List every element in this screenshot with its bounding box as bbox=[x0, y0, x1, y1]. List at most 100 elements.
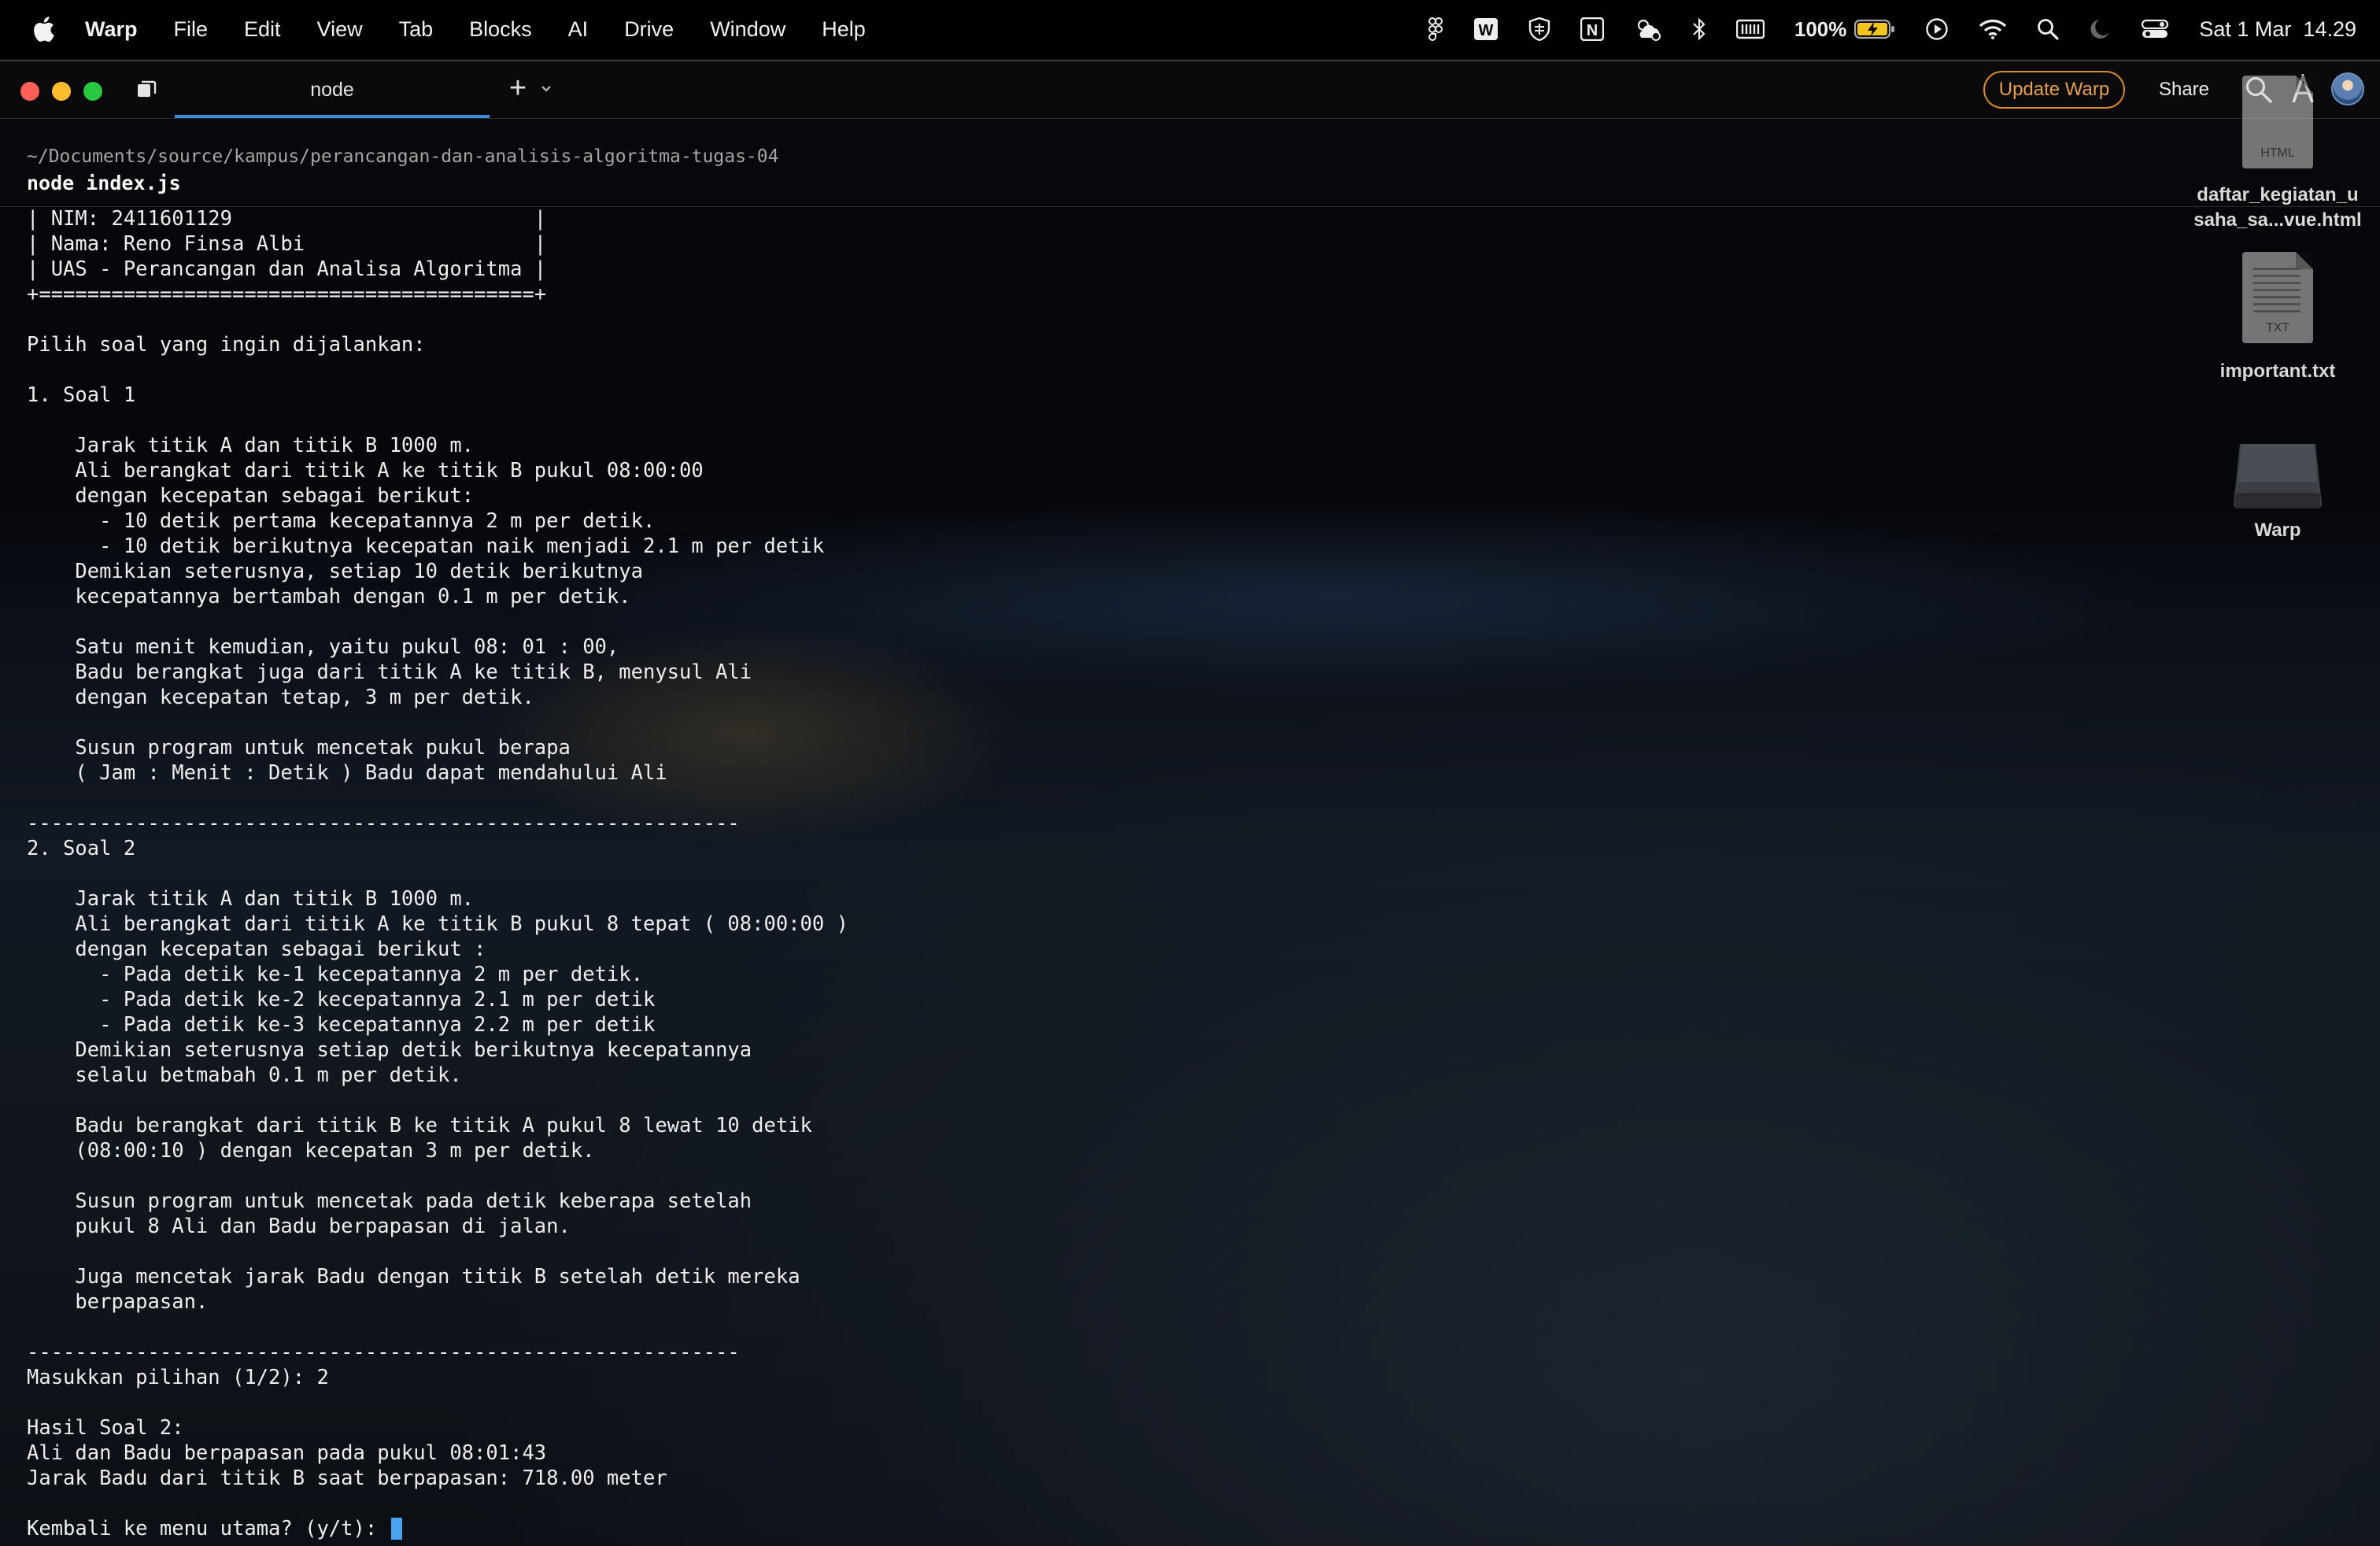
output-line: Demikian seterusnya setiap detik berikut… bbox=[27, 1038, 752, 1062]
update-warp-button[interactable]: Update Warp bbox=[1983, 71, 2125, 109]
output-line: - Pada detik ke-2 kecepatannya 2.1 m per… bbox=[27, 988, 656, 1012]
output-line: selalu betmabah 0.1 m per detik. bbox=[27, 1063, 462, 1087]
output-line: Susun program untuk mencetak pukul berap… bbox=[27, 736, 571, 760]
menu-tab[interactable]: Tab bbox=[399, 17, 434, 42]
menu-window[interactable]: Window bbox=[710, 17, 785, 42]
memory-icon[interactable] bbox=[1735, 18, 1765, 40]
minimize-window-button[interactable] bbox=[52, 82, 71, 101]
desktop-file-txt[interactable]: TXT important.txt bbox=[2183, 252, 2372, 384]
chevron-down-icon[interactable] bbox=[538, 80, 554, 96]
menu-blocks[interactable]: Blocks bbox=[469, 17, 532, 42]
output-line: dengan kecepatan tetap, 3 m per detik. bbox=[27, 686, 534, 709]
output-line: dengan kecepatan sebagai berikut: bbox=[27, 484, 475, 508]
output-line: - 10 detik pertama kecepatannya 2 m per … bbox=[27, 509, 656, 533]
output-line: dengan kecepatan sebagai berikut : bbox=[27, 938, 486, 961]
file-label: daftar_kegiatan_u saha_sa...vue.html bbox=[2193, 184, 2362, 231]
output-line: Jarak titik A dan titik B 1000 m. bbox=[27, 434, 475, 457]
figma-icon[interactable] bbox=[1428, 17, 1443, 41]
output-line: +=======================================… bbox=[27, 283, 547, 306]
file-label: important.txt bbox=[2219, 361, 2336, 382]
menu-app-warp[interactable]: Warp bbox=[85, 17, 138, 42]
menu-bar: Warp File Edit View Tab Blocks AI Drive … bbox=[0, 0, 2380, 58]
output-line: Jarak Badu dari titik B saat berpapasan:… bbox=[27, 1466, 667, 1490]
writer-icon[interactable]: W bbox=[1473, 17, 1499, 41]
wifi-icon[interactable] bbox=[1979, 18, 2007, 40]
notion-icon[interactable]: N bbox=[1580, 17, 1604, 41]
output-line: Masukkan pilihan (1/2): 2 bbox=[27, 1366, 329, 1389]
apple-icon[interactable] bbox=[31, 16, 55, 43]
output-line: | NIM: 2411601129 | bbox=[27, 207, 547, 231]
output-line: 1. Soal 1 bbox=[27, 383, 136, 407]
output-line: Pilih soal yang ingin dijalankan: bbox=[27, 333, 426, 357]
output-line: Susun program untuk mencetak pada detik … bbox=[27, 1189, 752, 1213]
output-line: ( Jam : Menit : Detik ) Badu dapat menda… bbox=[27, 761, 667, 785]
command-block-header[interactable]: ~/Documents/source/kampus/perancangan-da… bbox=[0, 120, 2380, 207]
output-line: (08:00:10 ) dengan kecepatan 3 m per det… bbox=[27, 1139, 595, 1163]
output-line: pukul 8 Ali dan Badu berpapasan di jalan… bbox=[27, 1215, 571, 1238]
command-output: | NIM: 2411601129 | | Nama: Reno Finsa Al… bbox=[27, 206, 2152, 1544]
output-line: - 10 detik berikutnya kecepatan naik men… bbox=[27, 534, 825, 558]
menu-help[interactable]: Help bbox=[822, 17, 866, 42]
output-line: Badu berangkat juga dari titik A ke titi… bbox=[27, 660, 752, 684]
play-icon[interactable] bbox=[1925, 17, 1949, 41]
status-area: W N 100% Sat 1 Mar 14.29 bbox=[1428, 0, 2380, 58]
output-line: ----------------------------------------… bbox=[27, 1341, 740, 1364]
output-line: ----------------------------------------… bbox=[27, 812, 740, 835]
output-line: Demikian seterusnya, setiap 10 detik ber… bbox=[27, 560, 643, 583]
close-window-button[interactable] bbox=[20, 82, 39, 101]
prompt-text: Kembali ke menu utama? (y/t): bbox=[27, 1517, 390, 1540]
tab-title: node bbox=[310, 78, 354, 101]
menu-file[interactable]: File bbox=[174, 17, 209, 42]
active-tab-indicator bbox=[175, 115, 490, 118]
txt-file-icon: TXT bbox=[2242, 252, 2313, 343]
output-line: Ali dan Badu berpapasan pada pukul 08:01… bbox=[27, 1441, 547, 1465]
spotlight-search-icon[interactable] bbox=[2037, 18, 2059, 40]
svg-text:W: W bbox=[1478, 22, 1493, 39]
output-line: kecepatannya bertambah dengan 0.1 m per … bbox=[27, 585, 631, 608]
desktop: Warp File Edit View Tab Blocks AI Drive … bbox=[0, 0, 2380, 1546]
output-line: Juga mencetak jarak Badu dengan titik B … bbox=[27, 1265, 800, 1289]
bluetooth-icon[interactable] bbox=[1692, 17, 1706, 41]
output-line: - Pada detik ke-3 kecepatannya 2.2 m per… bbox=[27, 1013, 656, 1037]
working-directory: ~/Documents/source/kampus/perancangan-da… bbox=[27, 146, 779, 167]
focus-moon-icon[interactable] bbox=[2089, 18, 2111, 40]
tabs-panel-icon[interactable] bbox=[135, 79, 157, 101]
menu-edit[interactable]: Edit bbox=[244, 17, 281, 42]
terminal-area[interactable]: ~/Documents/source/kampus/perancangan-da… bbox=[0, 120, 2380, 1546]
text-cursor bbox=[390, 1518, 402, 1540]
battery-percent: 100% bbox=[1794, 17, 1847, 41]
weather-icon[interactable] bbox=[1634, 17, 1662, 41]
menubar-clock[interactable]: Sat 1 Mar 14.29 bbox=[2199, 17, 2356, 42]
control-center-icon[interactable] bbox=[2141, 18, 2169, 40]
output-line: Ali berangkat dari titik A ke titik B pu… bbox=[27, 459, 704, 483]
output-lines: | NIM: 2411601129 | | Nama: Reno Finsa Al… bbox=[27, 206, 2152, 1516]
vpn-shield-icon[interactable] bbox=[1528, 17, 1550, 41]
tab-node[interactable]: node bbox=[175, 61, 490, 118]
file-label: Warp bbox=[2254, 520, 2301, 541]
desktop-disk-warp[interactable]: Warp bbox=[2183, 427, 2372, 543]
output-line: Hasil Soal 2: bbox=[27, 1416, 184, 1440]
new-tab-plus-icon[interactable]: + bbox=[504, 73, 532, 103]
menu-drive[interactable]: Drive bbox=[624, 17, 674, 42]
svg-text:N: N bbox=[1587, 22, 1598, 39]
menu-ai[interactable]: AI bbox=[568, 17, 589, 42]
input-prompt[interactable]: Kembali ke menu utama? (y/t): bbox=[27, 1516, 2152, 1541]
output-line: 2. Soal 2 bbox=[27, 837, 136, 860]
menu-view[interactable]: View bbox=[317, 17, 363, 42]
desktop-file-html[interactable]: HTML daftar_kegiatan_u saha_sa...vue.htm… bbox=[2183, 76, 2372, 233]
output-line: - Pada detik ke-1 kecepatannya 2 m per d… bbox=[27, 963, 643, 986]
output-line: Badu berangkat dari titik B ke titik A p… bbox=[27, 1114, 812, 1137]
output-line: Jarak titik A dan titik B 1000 m. bbox=[27, 887, 475, 911]
zoom-window-button[interactable] bbox=[83, 82, 102, 101]
battery-icon[interactable] bbox=[1854, 19, 1895, 39]
